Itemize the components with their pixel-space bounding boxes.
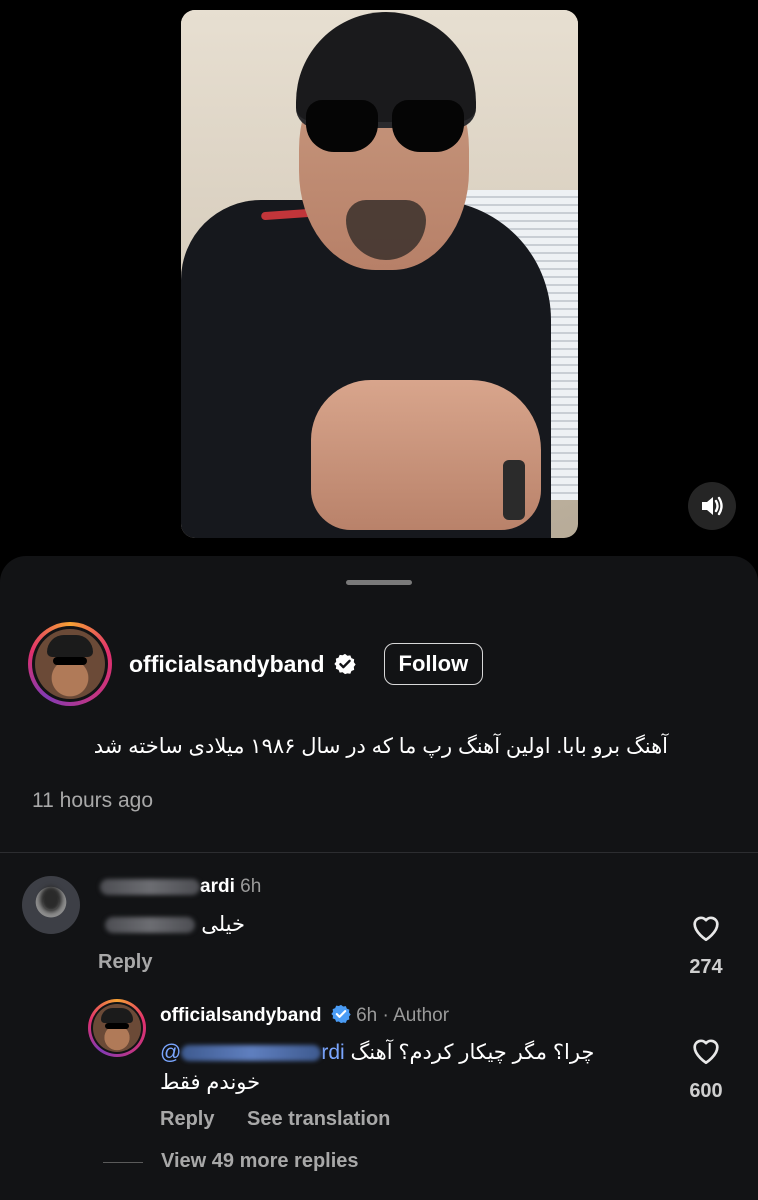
author-username[interactable]: officialsandyband bbox=[129, 651, 325, 678]
redacted-username bbox=[100, 878, 200, 895]
reply-button[interactable]: Reply bbox=[98, 951, 152, 974]
verified-badge-icon bbox=[333, 653, 356, 675]
heart-icon[interactable] bbox=[689, 1033, 723, 1067]
reply-button[interactable]: Reply bbox=[160, 1108, 214, 1131]
author-tag: Author bbox=[393, 1005, 450, 1026]
sunglasses bbox=[306, 100, 464, 156]
like-count: 274 bbox=[689, 956, 723, 978]
comment-text: خیلی bbox=[100, 912, 245, 937]
author-avatar[interactable] bbox=[28, 622, 112, 706]
divider bbox=[0, 852, 758, 853]
reply-avatar[interactable] bbox=[88, 999, 146, 1057]
reply-mention[interactable]: @ rdi bbox=[160, 1041, 345, 1064]
commenter-avatar[interactable] bbox=[22, 876, 80, 934]
comments-sheet: officialsandyband Follow آهنگ برو بابا. … bbox=[0, 556, 758, 1200]
reply-text-line1: @ rdi چرا؟ مگر چیکار کردم؟ آهنگ bbox=[160, 1040, 620, 1065]
reply-username[interactable]: officialsandyband bbox=[160, 1005, 322, 1026]
heart-icon[interactable] bbox=[689, 910, 723, 944]
verified-badge-icon bbox=[331, 1004, 351, 1024]
reply-header: officialsandyband 6h · Author bbox=[160, 1004, 449, 1027]
redacted-mention bbox=[181, 1045, 322, 1062]
post-timestamp: 11 hours ago bbox=[32, 789, 154, 812]
redacted-text bbox=[105, 917, 196, 934]
speaker-icon bbox=[702, 496, 723, 516]
post-author-row: officialsandyband Follow bbox=[28, 622, 484, 706]
video-player[interactable] bbox=[181, 10, 578, 538]
view-more-replies-button[interactable]: View 49 more replies bbox=[161, 1150, 359, 1173]
comment-text-visible: خیلی bbox=[201, 913, 245, 936]
wristwatch bbox=[503, 460, 525, 520]
thread-line bbox=[103, 1162, 143, 1163]
reply-text-line2: خوندم فقط bbox=[160, 1071, 261, 1094]
post-caption: آهنگ برو بابا. اولین آهنگ رپ ما که در سا… bbox=[93, 735, 668, 758]
comment-header: ardi 6h bbox=[100, 876, 261, 898]
comment-time: 6h bbox=[240, 876, 262, 897]
like-count: 600 bbox=[689, 1080, 723, 1102]
reply-time: 6h bbox=[356, 1005, 378, 1026]
sound-toggle-button[interactable] bbox=[688, 482, 736, 530]
reply-text: چرا؟ مگر چیکار کردم؟ آهنگ bbox=[350, 1041, 595, 1064]
follow-button[interactable]: Follow bbox=[383, 643, 484, 685]
separator-dot: · bbox=[382, 1005, 389, 1026]
see-translation-button[interactable]: See translation bbox=[247, 1108, 390, 1131]
comment-username[interactable]: ardi bbox=[200, 876, 235, 897]
drag-handle[interactable] bbox=[346, 580, 412, 585]
